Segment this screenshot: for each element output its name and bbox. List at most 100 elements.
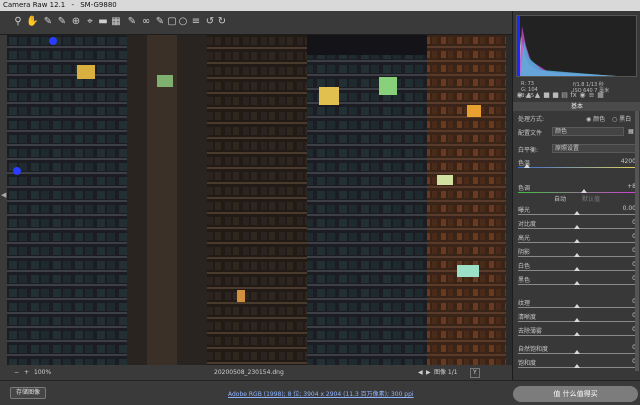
title-separator: - (71, 1, 74, 9)
hsl-tab-icon[interactable]: ■ (542, 91, 551, 99)
zoom-minus-icon[interactable]: − (14, 365, 19, 380)
bw-radio[interactable]: ○ 黑白 (612, 114, 631, 123)
lens-tab-icon[interactable]: ▤ (560, 91, 569, 99)
slider-thumb[interactable] (574, 304, 580, 308)
slider-value[interactable]: 0 (614, 312, 636, 319)
slider-value[interactable]: 0 (614, 219, 636, 226)
white-balance-icon[interactable]: ✎ (42, 16, 54, 28)
tint-value[interactable]: +8 (614, 183, 636, 190)
straighten-icon[interactable]: ▬ (97, 16, 109, 28)
profile-label: 配置文件 (518, 130, 543, 137)
panel-scrollbar[interactable] (635, 111, 639, 371)
slider-row[interactable]: 清晰度 0 (518, 312, 636, 324)
slider-label: 阴影 (518, 249, 531, 256)
slider-row[interactable]: 黑色 0 (518, 275, 636, 287)
slider-thumb[interactable] (574, 253, 580, 257)
building-photo (7, 35, 506, 365)
targeted-adjust-icon[interactable]: ⊕ (70, 16, 82, 28)
bw-radio-label: 黑白 (619, 116, 632, 123)
slider-label: 白色 (518, 263, 531, 270)
slider-row[interactable]: 白色 0 (518, 261, 636, 273)
slider-row[interactable]: 阴影 0 (518, 247, 636, 259)
slider-thumb[interactable] (574, 281, 580, 285)
compare-y-icon[interactable]: Y (470, 368, 480, 378)
slider-row[interactable]: 饱和度 0 (518, 358, 636, 370)
prev-image-icon[interactable]: ◀ (418, 365, 423, 380)
zoom-plus-icon[interactable]: + (24, 365, 29, 380)
tint-thumb[interactable] (581, 189, 587, 193)
calibration-tab-icon[interactable]: ◉ (578, 91, 587, 99)
slider-value[interactable]: 0 (614, 344, 636, 351)
slider-value[interactable]: 0 (614, 233, 636, 240)
wb-row: 白平衡: 原照设置 (518, 144, 636, 154)
slider-value[interactable]: 0 (614, 247, 636, 254)
hand-icon[interactable]: ✋ (26, 16, 38, 28)
transform-icon[interactable]: ▦ (110, 16, 122, 28)
temp-thumb[interactable] (524, 164, 530, 168)
wb-dropdown[interactable]: 原照设置 (552, 144, 636, 153)
zoom-icon[interactable]: ⚲ (12, 16, 24, 28)
slider-row[interactable]: 自然饱和度 0 (518, 344, 636, 356)
slider-value[interactable]: 0 (614, 298, 636, 305)
slider-value[interactable]: 0 (614, 261, 636, 268)
snapshots-tab-icon[interactable]: ▦ (596, 91, 605, 99)
slider-row[interactable]: 高光 0 (518, 233, 636, 245)
slider-thumb[interactable] (574, 239, 580, 243)
slider-value[interactable]: 0 (614, 275, 636, 282)
slider-row[interactable]: 纹理 0 (518, 298, 636, 310)
profile-browser-icon[interactable]: ▦ (628, 128, 634, 135)
slider-value[interactable]: 0 (614, 326, 636, 333)
presets-tab-icon[interactable]: ≡ (587, 91, 596, 99)
image-preview[interactable] (7, 35, 506, 365)
slider-label: 黑色 (518, 277, 531, 284)
next-image-icon[interactable]: ▶ (426, 365, 431, 380)
temp-slider[interactable]: 色温 4200 (518, 158, 636, 170)
window-title: Camera Raw 12.1 (3, 1, 66, 9)
slider-thumb[interactable] (574, 318, 580, 322)
profile-value: 颜色 (555, 128, 568, 135)
detail-tab-icon[interactable]: ▲ (533, 91, 542, 99)
profile-row: 配置文件 颜色 ▦ (518, 127, 636, 137)
save-image-button[interactable]: 存储图像 (10, 387, 47, 399)
slider-row[interactable]: 曝光 0.00 (518, 205, 636, 217)
crop-icon[interactable]: ⌖ (84, 16, 96, 28)
rotate-right-icon[interactable]: ↻ (216, 16, 228, 28)
color-radio-label: 颜色 (593, 116, 606, 123)
zoom-level[interactable]: 100% (34, 365, 51, 380)
filmstrip-toggle[interactable]: ◀ (0, 35, 7, 365)
basic-tab-icon[interactable]: ◉ (515, 91, 524, 99)
slider-value[interactable]: 0 (614, 358, 636, 365)
color-sampler-icon[interactable]: ✎ (56, 16, 68, 28)
temp-value[interactable]: 4200 (614, 158, 636, 165)
slider-row[interactable]: 对比度 0 (518, 219, 636, 231)
slider-thumb[interactable] (574, 225, 580, 229)
profile-dropdown[interactable]: 颜色 (552, 127, 624, 136)
effects-tab-icon[interactable]: fx (569, 91, 578, 99)
slider-row[interactable]: 去除薄雾 0 (518, 326, 636, 338)
color-radio[interactable]: ◉ 颜色 (586, 114, 605, 123)
rotate-left-icon[interactable]: ↺ (204, 16, 216, 28)
chevron-left-icon: ◀ (1, 191, 7, 199)
adjustment-panel: R: 73 G: 104 B: 35 f/1.8 1/13 秒 ISO 640 … (512, 11, 640, 380)
slider-thumb[interactable] (574, 350, 580, 354)
slider-thumb[interactable] (574, 211, 580, 215)
slider-thumb[interactable] (574, 332, 580, 336)
preferences-icon[interactable]: ≡ (190, 16, 202, 28)
slider-thumb[interactable] (574, 267, 580, 271)
histogram-graph (517, 16, 617, 76)
split-tone-tab-icon[interactable]: ■ (551, 91, 560, 99)
tone-curve-tab-icon[interactable]: ▲ (524, 91, 533, 99)
radial-filter-icon[interactable]: ○ (177, 16, 189, 28)
wb-value: 原照设置 (555, 145, 580, 152)
workflow-options-link[interactable]: Adobe RGB (1998); 8 位; 3904 x 2904 (11.3… (228, 389, 414, 398)
adjustment-brush-icon[interactable]: ✎ (154, 16, 166, 28)
watermark: 值 什么值得买 (513, 386, 638, 402)
red-eye-icon[interactable]: ∞ (140, 16, 152, 28)
slider-thumb[interactable] (574, 364, 580, 368)
spot-removal-icon[interactable]: ✎ (126, 16, 138, 28)
default-button[interactable]: 默认值 (582, 196, 600, 203)
tint-track (518, 192, 636, 193)
auto-button[interactable]: 自动 (554, 196, 566, 203)
window-title-bar: Camera Raw 12.1 - SM-G9880 (0, 0, 640, 11)
slider-value[interactable]: 0.00 (614, 205, 636, 212)
